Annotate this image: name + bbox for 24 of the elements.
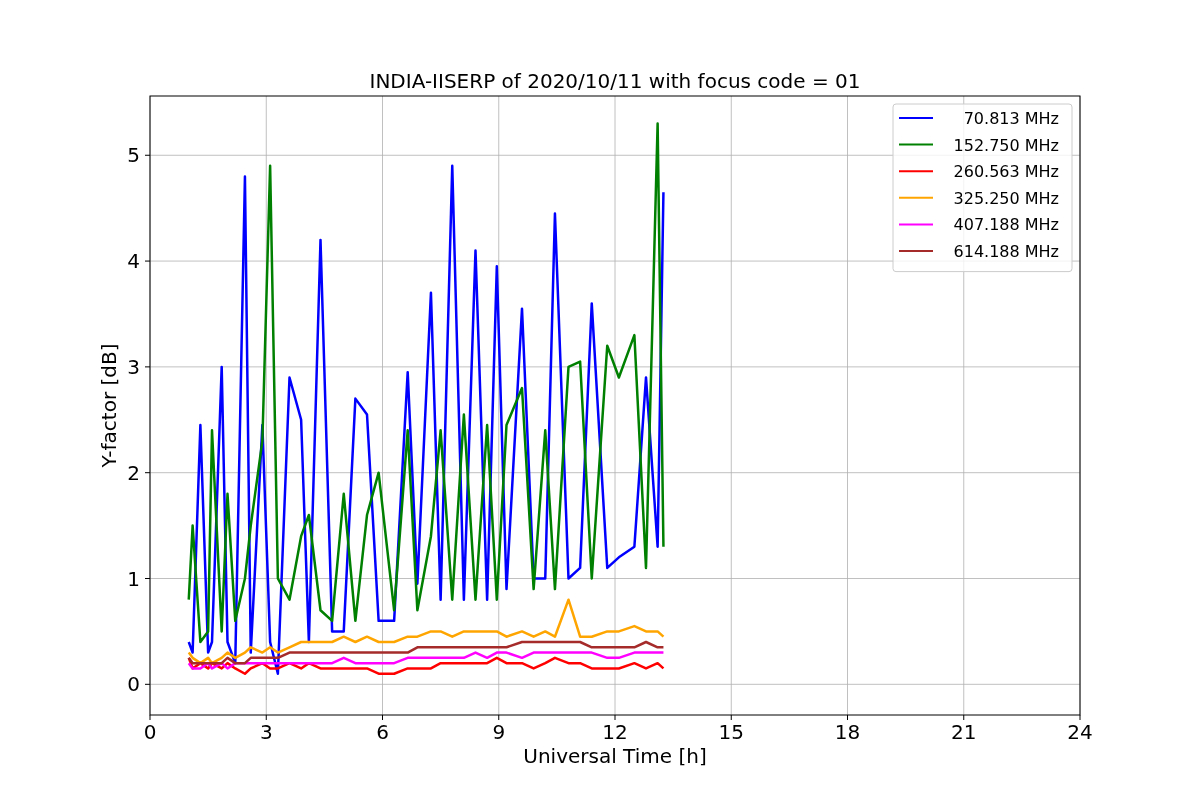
- x-tick-label: 24: [1067, 720, 1093, 744]
- y-axis-label: Y-factor [dB]: [97, 343, 121, 468]
- x-tick-label: 15: [718, 720, 744, 744]
- x-tick-label: 6: [376, 720, 389, 744]
- y-tick-label: 1: [127, 566, 140, 591]
- y-tick-label: 3: [127, 354, 140, 379]
- x-tick-label: 9: [492, 720, 506, 744]
- x-tick-label: 21: [951, 720, 977, 744]
- legend-label: 152.750 MHz: [953, 135, 1059, 155]
- y-tick-label: 5: [127, 143, 140, 168]
- x-tick-label: 12: [602, 720, 628, 744]
- legend-label: 325.250 MHz: [953, 188, 1059, 208]
- legend-label: 260.563 MHz: [953, 162, 1059, 182]
- legend-label: 70.813 MHz: [963, 109, 1059, 128]
- y-tick-label: 2: [127, 460, 140, 485]
- y-tick-label: 0: [127, 672, 140, 697]
- x-tick-label: 0: [143, 720, 157, 744]
- x-axis-label: Universal Time [h]: [523, 744, 707, 768]
- chart-title: INDIA-IISERP of 2020/10/11 with focus code = 01: [369, 69, 861, 93]
- legend-label: 614.188 MHz: [953, 242, 1059, 261]
- x-tick-label: 3: [259, 720, 273, 744]
- x-tick-label: 18: [834, 720, 861, 744]
- y-tick-label: 4: [127, 249, 140, 274]
- legend-label: 407.188 MHz: [953, 215, 1059, 235]
